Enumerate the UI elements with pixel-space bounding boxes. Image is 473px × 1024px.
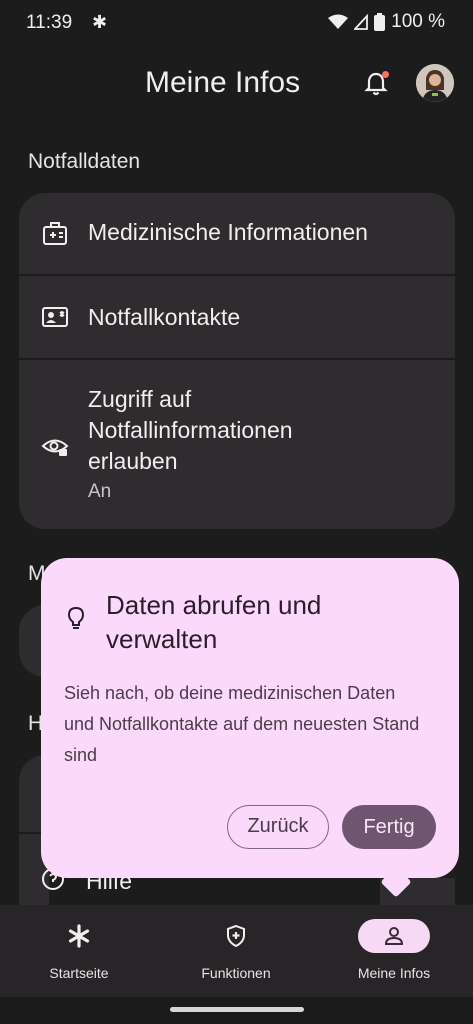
profile-photo <box>416 64 454 102</box>
notifications-button[interactable] <box>362 70 390 98</box>
nav-label-features: Funktionen <box>201 965 271 981</box>
lightbulb-icon <box>67 606 85 629</box>
emergency-access-label: Zugriff auf Notfallinformationen erlaube… <box>88 386 293 474</box>
shield-plus-icon <box>227 924 245 948</box>
nav-icon-container <box>43 919 115 953</box>
tooltip-body: Sieh nach, ob deine medizinischen Daten … <box>64 683 420 765</box>
signal-icon <box>354 14 369 30</box>
back-button[interactable]: Zurück <box>227 805 329 849</box>
nav-icon-container-active <box>358 919 430 953</box>
bottom-navigation: Startseite Funktionen Meine Infos <box>0 905 473 997</box>
nav-icon-container <box>200 919 272 953</box>
status-bar: 11:39 ✱ 100 % <box>0 0 473 48</box>
nav-label-my-info: Meine Infos <box>357 965 431 981</box>
status-icons: 100 % <box>328 11 445 33</box>
page-title: Meine Infos <box>145 66 301 99</box>
contact-card-icon <box>42 307 68 327</box>
wifi-icon <box>328 14 349 29</box>
nav-item-features[interactable]: Funktionen <box>161 905 311 997</box>
done-button[interactable]: Fertig <box>342 805 436 849</box>
medical-asterisk-icon: ✱ <box>92 12 108 32</box>
app-header: Meine Infos <box>0 56 473 112</box>
medical-kit-icon <box>43 222 67 245</box>
emergency-contacts-label: Notfallkontakte <box>88 304 241 330</box>
gesture-area <box>0 997 473 1024</box>
emergency-access-status: An <box>88 481 112 502</box>
person-icon <box>384 927 404 945</box>
nav-label-home: Startseite <box>49 965 109 981</box>
tooltip-title: Daten abrufen und verwalten <box>106 590 322 654</box>
battery-icon <box>374 13 386 31</box>
battery-percent: 100 % <box>391 11 445 32</box>
status-time: 11:39 <box>26 12 73 33</box>
asterisk-icon <box>68 924 90 948</box>
notification-dot <box>382 71 389 78</box>
home-gesture-bar[interactable] <box>170 1007 304 1012</box>
emergency-contacts-row[interactable]: Notfallkontakte <box>19 276 455 360</box>
avatar[interactable] <box>416 64 454 102</box>
emergency-access-row[interactable]: Zugriff auf Notfallinformationen erlaube… <box>19 360 455 529</box>
section-title-emergency: Notfalldaten <box>28 150 141 173</box>
onboarding-tooltip: Daten abrufen und verwalten Sieh nach, o… <box>41 558 459 898</box>
eye-lock-icon <box>41 439 69 456</box>
medical-info-label: Medizinische Informationen <box>88 219 368 245</box>
nav-item-my-info[interactable]: Meine Infos <box>319 905 469 997</box>
medical-info-row[interactable]: Medizinische Informationen <box>19 193 455 276</box>
emergency-card: Medizinische Informationen Notfallkontak… <box>19 193 455 529</box>
nav-item-home[interactable]: Startseite <box>4 905 154 997</box>
